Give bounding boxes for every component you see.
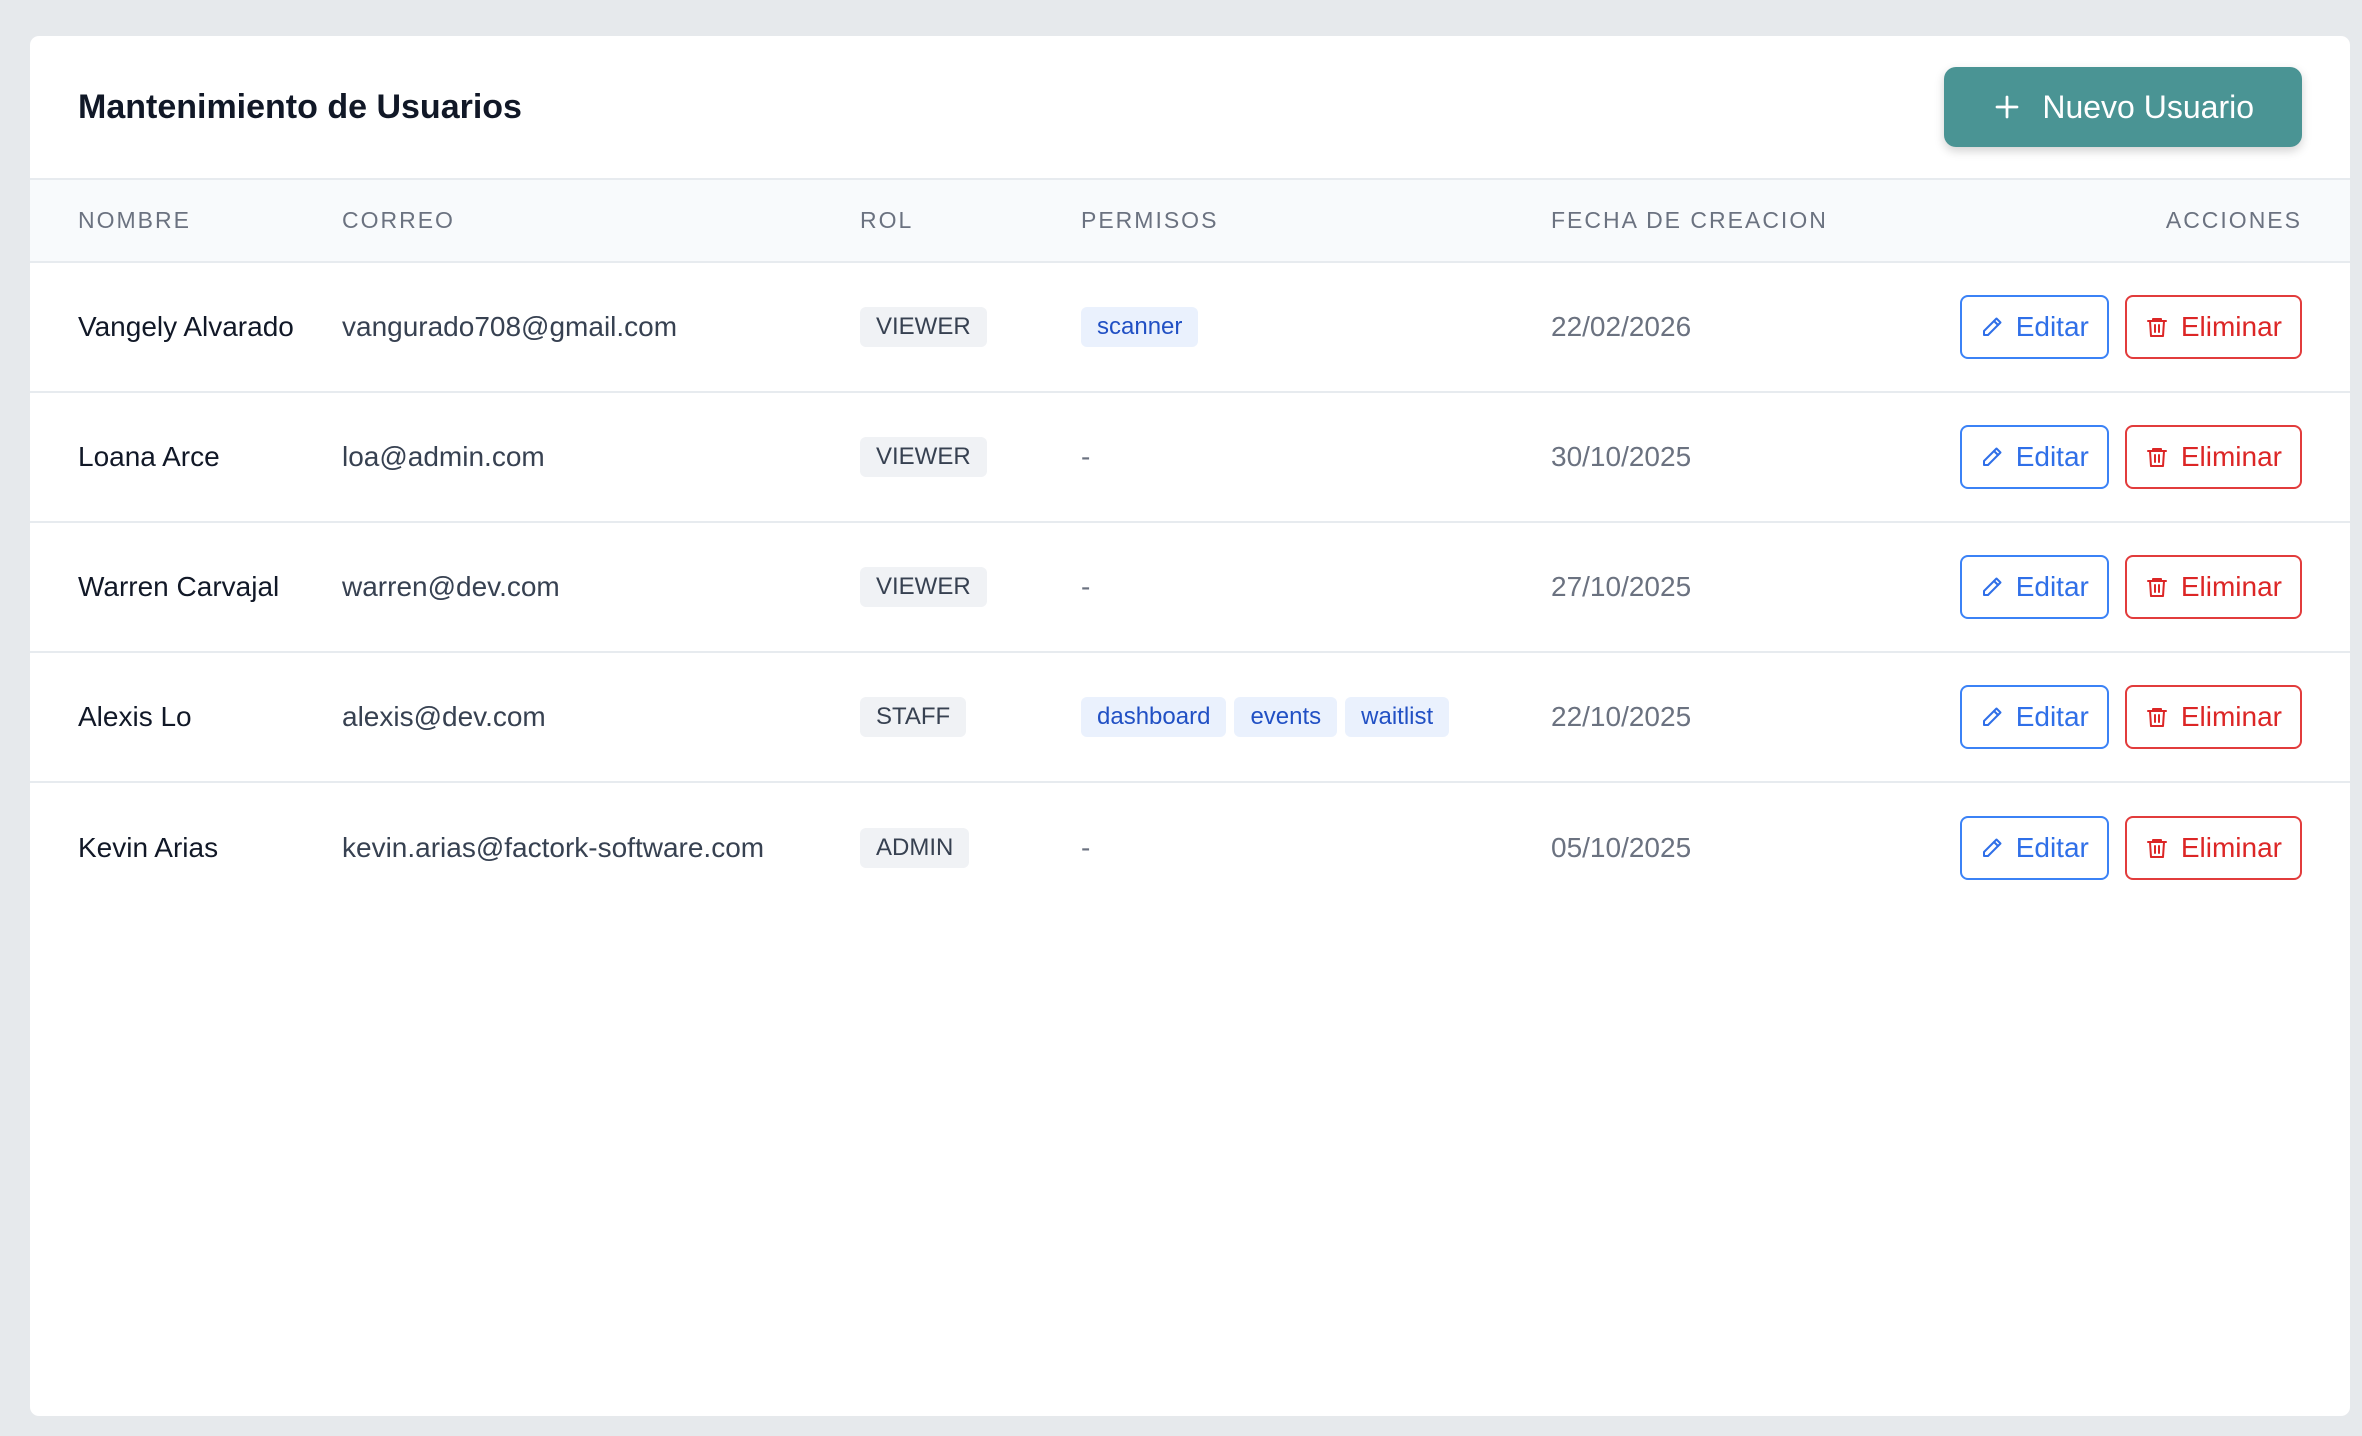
column-header-correo: CORREO [342, 207, 455, 233]
user-email: vangurado708@gmail.com [342, 311, 678, 342]
no-permissions-dash: - [1081, 831, 1091, 863]
delete-button[interactable]: Eliminar [2124, 685, 2302, 749]
created-date: 22/02/2026 [1551, 311, 1692, 342]
delete-button-label: Eliminar [2180, 571, 2282, 602]
trash-icon [2146, 318, 2167, 337]
edit-button[interactable]: Editar [1959, 685, 2109, 749]
trash-icon [2146, 448, 2167, 467]
users-table: NOMBRE CORREO ROL PERMISOS FECHA DE CREA… [30, 180, 2350, 912]
table-body: Vangely Alvarado vangurado708@gmail.com … [30, 262, 2350, 912]
delete-button-label: Eliminar [2180, 311, 2282, 342]
no-permissions-dash: - [1081, 441, 1091, 472]
created-date: 27/10/2025 [1551, 571, 1692, 602]
trash-icon [2146, 578, 2167, 597]
role-cell: VIEWER [860, 392, 1081, 522]
trash-icon [2146, 838, 2167, 858]
table-row: Vangely Alvarado vangurado708@gmail.com … [30, 262, 2350, 392]
row-actions: Editar Eliminar [1959, 685, 2302, 749]
edit-button-label: Editar [2015, 701, 2089, 732]
table-header-row: NOMBRE CORREO ROL PERMISOS FECHA DE CREA… [30, 180, 2350, 262]
card-header: Mantenimiento de Usuarios Nuevo Usuario [30, 36, 2350, 180]
role-cell: STAFF [860, 652, 1081, 782]
delete-button-label: Eliminar [2180, 831, 2282, 863]
new-user-button[interactable]: Nuevo Usuario [1944, 67, 2302, 147]
created-date: 30/10/2025 [1551, 441, 1692, 472]
permissions-cell: dashboard events waitlist [1081, 652, 1551, 782]
delete-button-label: Eliminar [2180, 701, 2282, 732]
edit-button[interactable]: Editar [1959, 555, 2109, 619]
actions-cell: Editar Eliminar [1921, 522, 2350, 652]
role-badge: VIEWER [860, 567, 987, 607]
pencil-icon [1982, 317, 2002, 336]
table-row: Kevin Arias kevin.arias@factork-software… [30, 782, 2350, 912]
page-title: Mantenimiento de Usuarios [78, 87, 522, 126]
delete-button[interactable]: Eliminar [2124, 815, 2302, 880]
delete-button[interactable]: Eliminar [2124, 555, 2302, 619]
column-header-nombre: NOMBRE [78, 207, 191, 233]
role-badge: STAFF [860, 697, 967, 737]
edit-button[interactable]: Editar [1959, 425, 2109, 489]
row-actions: Editar Eliminar [1959, 815, 2302, 880]
delete-button[interactable]: Eliminar [2124, 295, 2302, 359]
created-date: 05/10/2025 [1551, 831, 1692, 863]
row-actions: Editar Eliminar [1959, 295, 2302, 359]
role-badge: VIEWER [860, 307, 987, 347]
created-date: 22/10/2025 [1551, 701, 1692, 732]
actions-cell: Editar Eliminar [1921, 782, 2350, 912]
user-email: kevin.arias@factork-software.com [342, 831, 765, 863]
permissions-cell: scanner [1081, 262, 1551, 392]
pencil-icon [1982, 838, 2002, 857]
user-name: Kevin Arias [78, 831, 219, 863]
actions-cell: Editar Eliminar [1921, 392, 2350, 522]
pencil-icon [1982, 577, 2002, 596]
row-actions: Editar Eliminar [1959, 555, 2302, 619]
permission-badge: dashboard [1081, 697, 1227, 737]
pencil-icon [1982, 447, 2002, 466]
plus-icon [1995, 95, 2019, 119]
user-name: Warren Carvajal [78, 571, 280, 602]
table-row: Loana Arce loa@admin.com VIEWER - 30/10/… [30, 392, 2350, 522]
user-email: alexis@dev.com [342, 701, 546, 732]
user-email: loa@admin.com [342, 441, 545, 472]
column-header-rol: ROL [860, 207, 914, 233]
no-permissions-dash: - [1081, 571, 1091, 602]
table-row: Alexis Lo alexis@dev.com STAFF dashboard… [30, 652, 2350, 782]
role-cell: ADMIN [860, 782, 1081, 912]
column-header-fecha: FECHA DE CREACION [1551, 207, 1828, 233]
actions-cell: Editar Eliminar [1921, 652, 2350, 782]
edit-button[interactable]: Editar [1959, 815, 2109, 880]
edit-button-label: Editar [2015, 311, 2089, 342]
permission-badge: waitlist [1345, 697, 1450, 737]
delete-button[interactable]: Eliminar [2124, 425, 2302, 489]
permission-badge: events [1234, 697, 1338, 737]
actions-cell: Editar Eliminar [1921, 262, 2350, 392]
user-email: warren@dev.com [342, 571, 560, 602]
permissions-cell: - [1081, 392, 1551, 522]
role-cell: VIEWER [860, 262, 1081, 392]
column-header-acciones: ACCIONES [2165, 207, 2302, 233]
user-name: Vangely Alvarado [78, 311, 294, 342]
trash-icon [2146, 708, 2167, 727]
permissions-cell: - [1081, 782, 1551, 912]
pencil-icon [1982, 707, 2002, 726]
user-name: Loana Arce [78, 441, 220, 472]
edit-button-label: Editar [2015, 441, 2089, 472]
permissions-cell: - [1081, 522, 1551, 652]
users-card: Mantenimiento de Usuarios Nuevo Usuario … [30, 36, 2350, 1416]
edit-button[interactable]: Editar [1959, 295, 2109, 359]
permission-badge: scanner [1081, 307, 1199, 347]
role-badge: VIEWER [860, 437, 987, 477]
new-user-button-label: Nuevo Usuario [2042, 88, 2254, 125]
column-header-permisos: PERMISOS [1081, 207, 1219, 233]
role-cell: VIEWER [860, 522, 1081, 652]
user-name: Alexis Lo [78, 701, 192, 732]
role-badge: ADMIN [860, 827, 970, 868]
table-row: Warren Carvajal warren@dev.com VIEWER - … [30, 522, 2350, 652]
delete-button-label: Eliminar [2180, 441, 2282, 472]
row-actions: Editar Eliminar [1959, 425, 2302, 489]
edit-button-label: Editar [2015, 831, 2089, 863]
edit-button-label: Editar [2015, 571, 2089, 602]
